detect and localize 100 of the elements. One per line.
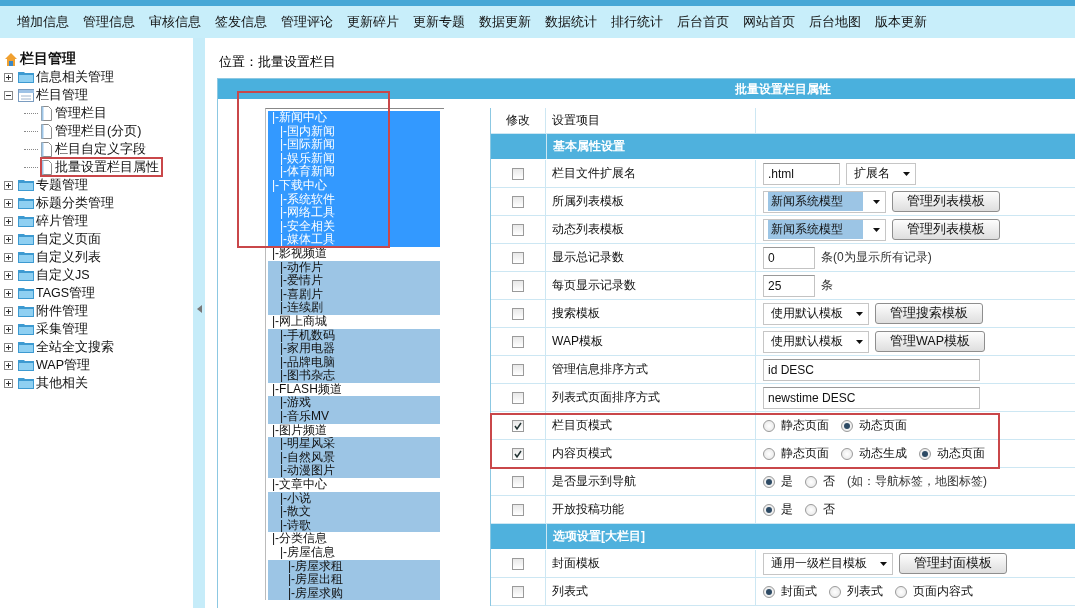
nav-link[interactable]: 版本更新 [868, 12, 934, 32]
radio-button[interactable] [763, 475, 775, 488]
nav-link[interactable]: 增加信息 [10, 12, 76, 32]
expand-icon[interactable] [4, 198, 13, 208]
radio-button[interactable] [841, 419, 853, 432]
expand-icon[interactable] [4, 270, 13, 280]
expand-icon[interactable] [4, 342, 13, 352]
radio-button[interactable] [895, 585, 907, 598]
checkbox[interactable] [512, 391, 524, 404]
checkbox[interactable] [512, 279, 524, 292]
checkbox[interactable] [512, 363, 524, 376]
nav-link[interactable]: 管理评论 [274, 12, 340, 32]
expand-icon[interactable] [4, 378, 13, 388]
expand-icon[interactable] [4, 234, 13, 244]
nav-link[interactable]: 管理信息 [76, 12, 142, 32]
list-option[interactable]: |-散文 [268, 505, 440, 519]
checkbox[interactable] [512, 419, 524, 432]
list-option[interactable]: |-图书杂志 [268, 369, 440, 383]
radio-button[interactable] [805, 503, 817, 516]
manage-button[interactable]: 管理列表模板 [892, 191, 1000, 212]
list-option[interactable]: |-连续剧 [268, 301, 440, 315]
checkbox[interactable] [512, 475, 524, 488]
tree-item[interactable]: 碎片管理 [36, 212, 88, 230]
expand-icon[interactable] [4, 252, 13, 262]
tree-item[interactable]: 全站全文搜索 [36, 338, 114, 356]
nav-link[interactable]: 签发信息 [208, 12, 274, 32]
list-option[interactable]: |-音乐MV [268, 410, 440, 424]
radio-button[interactable] [829, 585, 841, 598]
checkbox[interactable] [512, 557, 524, 570]
checkbox[interactable] [512, 447, 524, 460]
collapse-arrow-icon[interactable] [196, 305, 202, 313]
checkbox[interactable] [512, 585, 524, 598]
checkbox[interactable] [512, 307, 524, 320]
nav-link[interactable]: 更新专题 [406, 12, 472, 32]
nav-link[interactable]: 后台地图 [802, 12, 868, 32]
nav-link[interactable]: 排行统计 [604, 12, 670, 32]
list-option[interactable]: |-爱情片 [268, 274, 440, 288]
checkbox[interactable] [512, 251, 524, 264]
text-field[interactable]: 25 [763, 274, 815, 297]
tree-item[interactable]: 自定义JS [36, 266, 90, 284]
list-option[interactable]: |-明星风采 [268, 437, 440, 451]
dropdown[interactable]: 新闻系统模型 [763, 218, 886, 241]
checkbox[interactable] [512, 223, 524, 236]
radio-button[interactable] [763, 585, 775, 598]
tree-item[interactable]: 栏目管理 [36, 86, 88, 104]
tree-item[interactable]: 自定义页面 [36, 230, 101, 248]
tree-item[interactable]: 采集管理 [36, 320, 88, 338]
tree-item[interactable]: 标题分类管理 [36, 194, 114, 212]
expand-icon[interactable] [4, 180, 13, 190]
text-field[interactable]: 0 [763, 246, 815, 269]
dropdown[interactable]: 新闻系统模型 [763, 190, 886, 213]
list-option[interactable]: |-房屋出租 [268, 573, 440, 587]
list-option[interactable]: |-动漫图片 [268, 464, 440, 479]
nav-link[interactable]: 后台首页 [670, 12, 736, 32]
checkbox[interactable] [512, 503, 524, 516]
nav-link[interactable]: 数据更新 [472, 12, 538, 32]
tree-item[interactable]: 自定义列表 [36, 248, 101, 266]
checkbox[interactable] [512, 167, 524, 180]
radio-button[interactable] [763, 503, 775, 516]
manage-button[interactable]: 管理列表模板 [892, 219, 1000, 240]
tree-item[interactable]: 批量设置栏目属性 [55, 158, 159, 176]
nav-link[interactable]: 网站首页 [736, 12, 802, 32]
text-field[interactable]: .html [763, 162, 840, 185]
expand-icon[interactable] [4, 360, 13, 370]
text-field[interactable]: newstime DESC [763, 386, 980, 409]
dropdown[interactable]: 扩展名 [846, 162, 916, 185]
nav-link[interactable]: 数据统计 [538, 12, 604, 32]
tree-item[interactable]: 管理栏目(分页) [55, 122, 142, 140]
manage-button[interactable]: 管理搜索模板 [875, 303, 983, 324]
checkbox[interactable] [512, 195, 524, 208]
tree-item[interactable]: 栏目自定义字段 [55, 140, 146, 158]
nav-link[interactable]: 更新碎片 [340, 12, 406, 32]
manage-button[interactable]: 管理WAP模板 [875, 331, 985, 352]
tree-item[interactable]: 其他相关 [36, 374, 88, 392]
dropdown[interactable]: 使用默认模板 [763, 330, 869, 353]
radio-button[interactable] [763, 419, 775, 432]
expand-icon[interactable] [4, 216, 13, 226]
radio-button[interactable] [763, 447, 775, 460]
tree-item[interactable]: 专题管理 [36, 176, 88, 194]
tree-item[interactable]: 管理栏目 [55, 104, 107, 122]
dropdown[interactable]: 通用一级栏目模板 [763, 552, 893, 575]
radio-button[interactable] [805, 475, 817, 488]
radio-button[interactable] [919, 447, 931, 460]
list-option[interactable]: |-游戏 [268, 396, 440, 411]
tree-item[interactable]: TAGS管理 [36, 284, 96, 302]
text-field[interactable]: id DESC [763, 358, 980, 381]
list-option[interactable]: |-家用电器 [268, 342, 440, 356]
expand-icon[interactable] [4, 288, 13, 298]
radio-button[interactable] [841, 447, 853, 460]
tree-item[interactable]: 附件管理 [36, 302, 88, 320]
checkbox[interactable] [512, 335, 524, 348]
manage-button[interactable]: 管理封面模板 [899, 553, 1007, 574]
tree-item[interactable]: 信息相关管理 [36, 68, 114, 86]
nav-link[interactable]: 审核信息 [142, 12, 208, 32]
expand-icon[interactable] [4, 72, 13, 82]
expand-icon[interactable] [4, 306, 13, 316]
expand-icon[interactable] [4, 324, 13, 334]
tree-item[interactable]: WAP管理 [36, 356, 90, 374]
collapse-icon[interactable] [4, 90, 13, 100]
dropdown[interactable]: 使用默认模板 [763, 302, 869, 325]
